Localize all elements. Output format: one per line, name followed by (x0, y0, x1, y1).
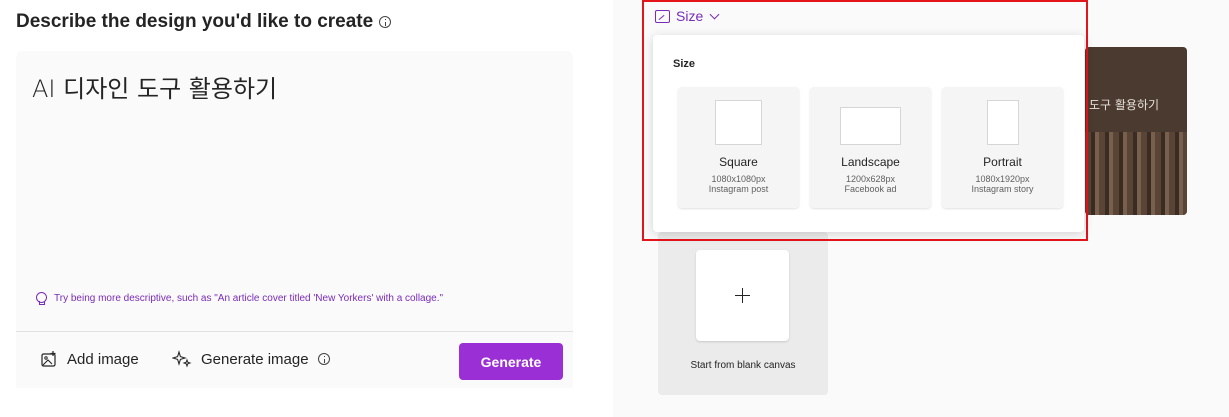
size-dropdown: Size Square 1080x1080px Instagram post L… (653, 35, 1084, 232)
square-preview (715, 100, 762, 145)
size-dropdown-trigger[interactable]: Size (655, 8, 720, 24)
generate-image-button[interactable]: Generate image (172, 350, 330, 368)
blank-canvas-card[interactable]: Start from blank canvas (658, 232, 828, 395)
option-name: Portrait (983, 155, 1022, 169)
option-dimensions: 1200x628px (845, 174, 896, 184)
option-dimensions: 1080x1920px (975, 174, 1030, 184)
design-card[interactable]: 도구 활용하기 (1085, 47, 1187, 215)
prompt-text[interactable]: AI 디자인 도구 활용하기 (32, 69, 277, 104)
generate-image-label: Generate image (201, 350, 309, 368)
option-use: Instagram story (971, 184, 1034, 194)
prompt-toolbar: Add image Generate image Generate (16, 331, 573, 388)
resize-icon (655, 9, 670, 23)
option-use: Facebook ad (844, 184, 897, 194)
design-card-image (1085, 132, 1187, 215)
option-dimensions: 1080x1080px (711, 174, 766, 184)
lightbulb-icon (36, 292, 47, 305)
page-heading: Describe the design you'd like to create (16, 11, 392, 33)
prompt-tip: Try being more descriptive, such as "An … (36, 292, 444, 305)
info-icon[interactable] (317, 353, 330, 365)
image-add-icon (41, 351, 56, 367)
size-option-portrait[interactable]: Portrait 1080x1920px Instagram story (942, 87, 1063, 208)
portrait-preview (987, 100, 1019, 145)
chevron-down-icon (709, 9, 720, 19)
size-option-square[interactable]: Square 1080x1080px Instagram post (678, 87, 799, 208)
add-image-button[interactable]: Add image (40, 350, 139, 368)
generate-button[interactable]: Generate (459, 343, 563, 380)
heading-text: Describe the design you'd like to create (16, 11, 374, 32)
blank-canvas-tile[interactable] (696, 250, 789, 341)
blank-canvas-label: Start from blank canvas (690, 360, 796, 371)
tip-text: Try being more descriptive, such as "An … (54, 292, 444, 304)
landscape-preview (840, 107, 901, 145)
add-image-label: Add image (67, 350, 139, 368)
plus-icon (735, 288, 750, 303)
prompt-input[interactable]: AI 디자인 도구 활용하기 Try being more descriptiv… (16, 51, 573, 331)
sparkle-icon (172, 350, 192, 368)
design-card-text: 도구 활용하기 (1089, 98, 1160, 112)
size-trigger-label: Size (676, 8, 704, 24)
size-option-landscape[interactable]: Landscape 1200x628px Facebook ad (810, 87, 931, 208)
option-use: Instagram post (708, 184, 769, 194)
option-name: Square (719, 155, 758, 169)
option-name: Landscape (841, 155, 900, 169)
size-dropdown-title: Size (673, 58, 696, 70)
info-icon[interactable] (379, 16, 392, 28)
